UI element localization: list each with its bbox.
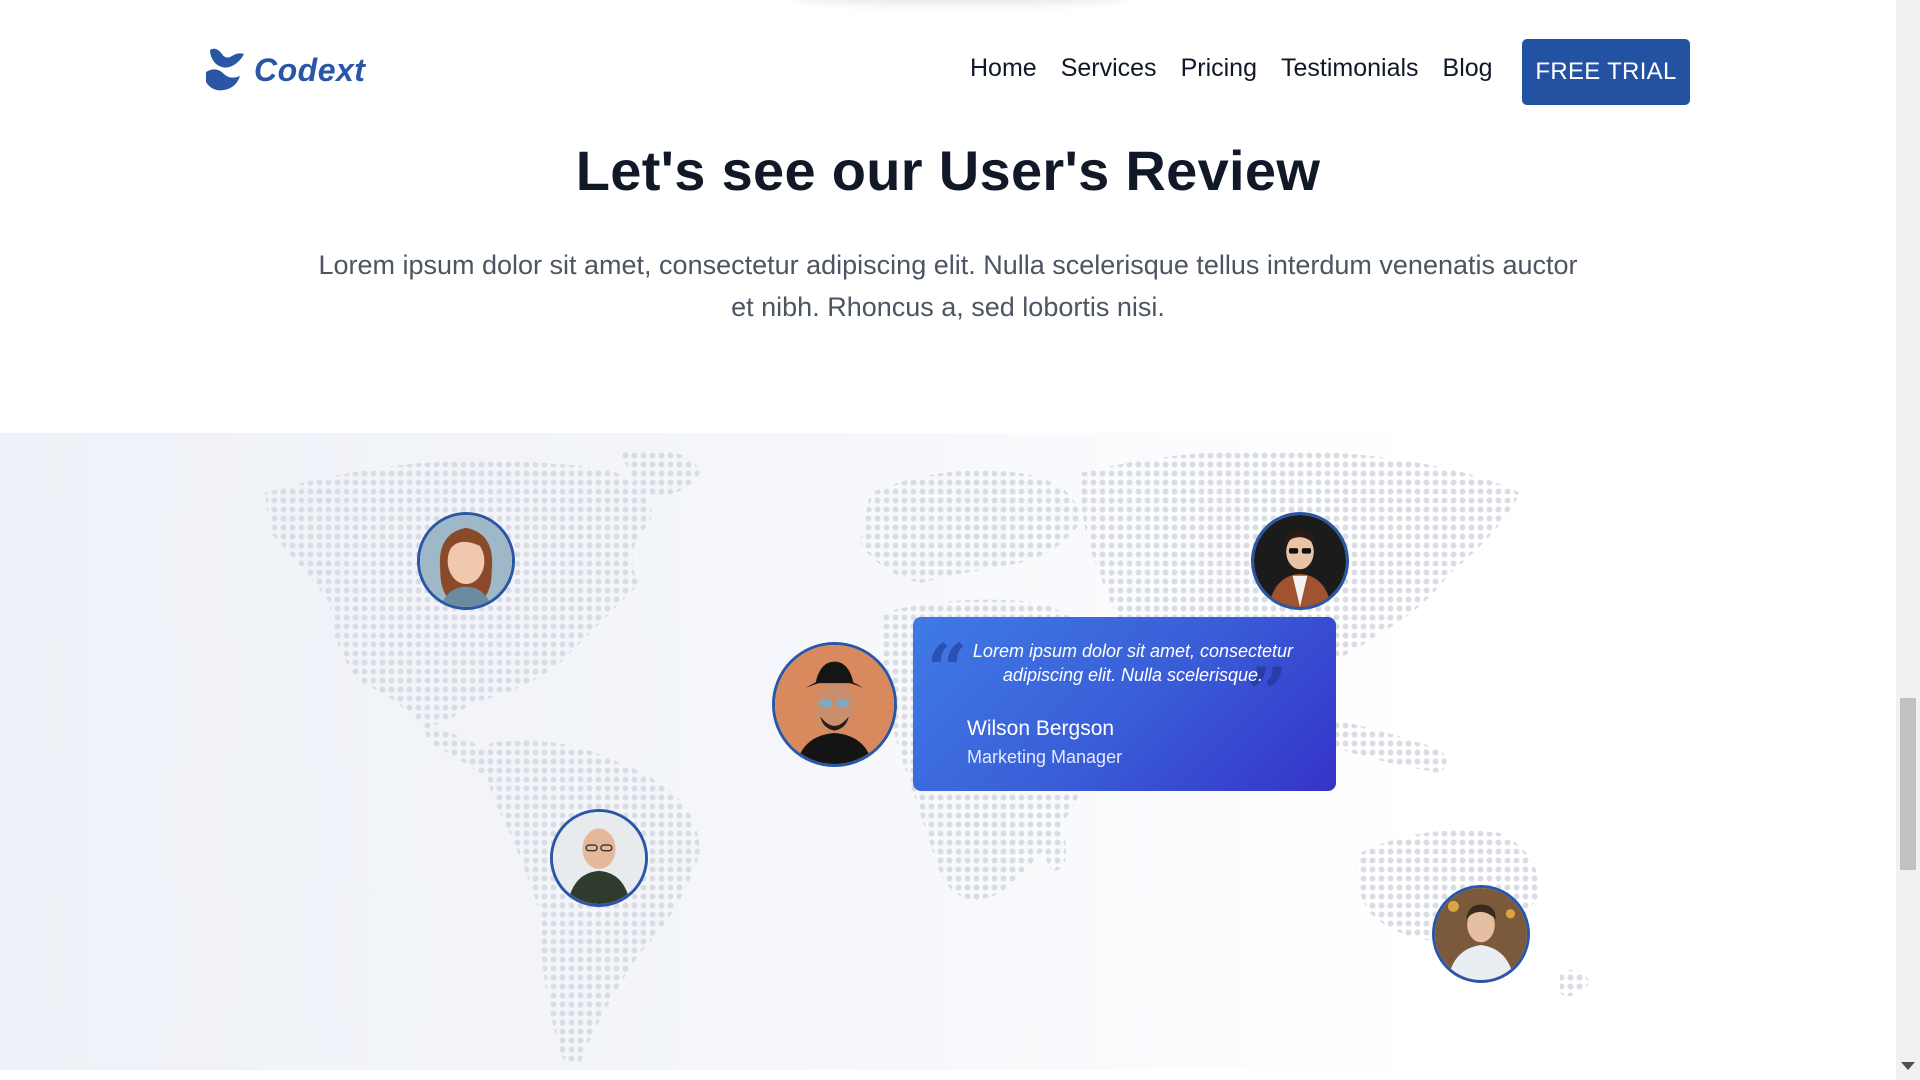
free-trial-button[interactable]: FREE TRIAL	[1522, 39, 1690, 105]
man-white-shirt-portrait-icon	[1435, 888, 1527, 980]
testimonial-card: “ ” Lorem ipsum dolor sit amet, consecte…	[913, 617, 1336, 791]
main-nav: Home Services Pricing Testimonials Blog	[970, 54, 1493, 83]
nav-link-pricing[interactable]: Pricing	[1181, 54, 1257, 83]
woman-portrait-icon	[420, 515, 512, 607]
nav-link-home[interactable]: Home	[970, 54, 1037, 83]
user-avatar-asia[interactable]	[1251, 512, 1349, 610]
codext-logo-icon	[206, 48, 244, 91]
logo[interactable]: Codext	[202, 44, 365, 96]
scroll-down-arrow-icon[interactable]	[1901, 1062, 1915, 1070]
nav-link-blog[interactable]: Blog	[1443, 54, 1493, 83]
logo-text: Codext	[254, 51, 366, 88]
user-avatar-south-america[interactable]	[550, 809, 648, 907]
nav-link-services[interactable]: Services	[1061, 54, 1157, 83]
site-header: Codext Home Services Pricing Testimonial…	[0, 0, 1896, 140]
man-hat-portrait-icon	[775, 645, 894, 764]
user-avatar-africa-active[interactable]	[772, 642, 897, 767]
page: Codext Home Services Pricing Testimonial…	[0, 0, 1896, 1080]
user-avatar-australia[interactable]	[1432, 885, 1530, 983]
section-title: Let's see our User's Review	[575, 139, 1321, 202]
testimonial-author-name: Wilson Bergson	[967, 717, 1115, 740]
user-avatar-north-america[interactable]	[417, 512, 515, 610]
man-sunglasses-portrait-icon	[1254, 515, 1346, 607]
open-quote-icon: “	[927, 628, 968, 711]
testimonial-quote: Lorem ipsum dolor sit amet, consectetur …	[972, 641, 1294, 685]
scrollbar-thumb[interactable]	[1900, 698, 1916, 870]
section-subtitle: Lorem ipsum dolor sit amet, consectetur …	[318, 250, 1578, 322]
bald-man-portrait-icon	[553, 812, 645, 904]
testimonial-author-role: Marketing Manager	[967, 747, 1123, 767]
nav-link-testimonials[interactable]: Testimonials	[1281, 54, 1419, 83]
vertical-scrollbar[interactable]	[1896, 0, 1920, 1080]
